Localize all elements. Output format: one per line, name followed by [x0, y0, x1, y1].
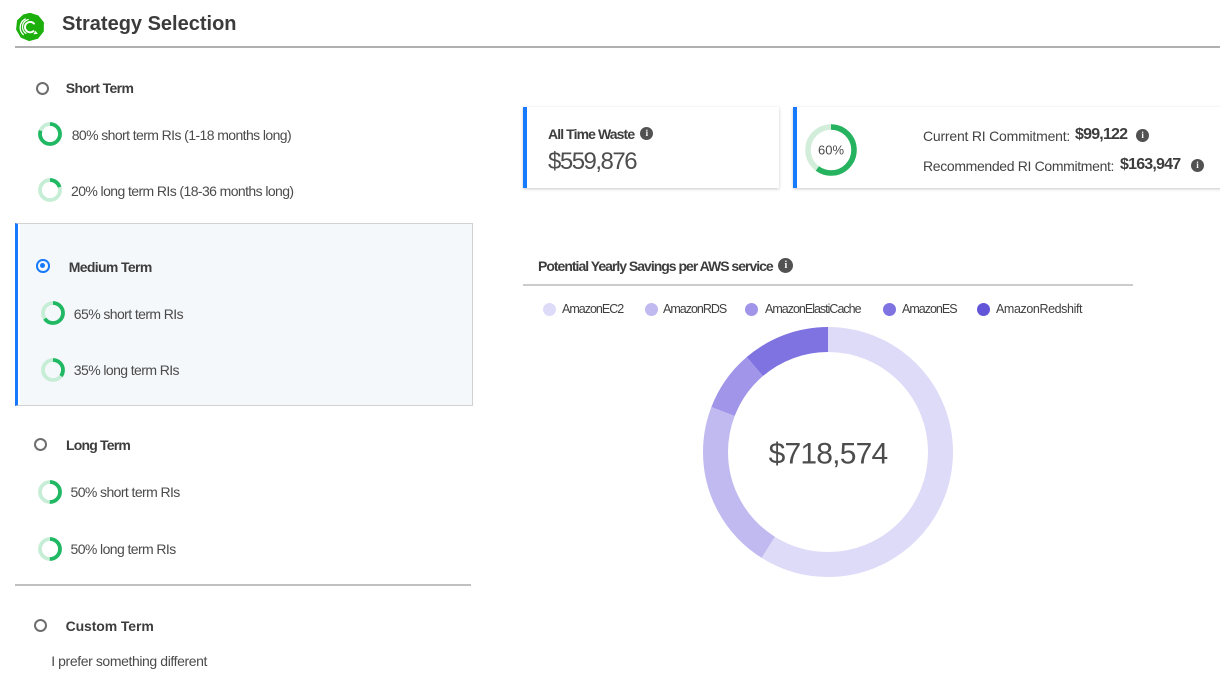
- svg-text:$718,574: $718,574: [769, 438, 888, 471]
- svg-text:60%: 60%: [818, 143, 844, 158]
